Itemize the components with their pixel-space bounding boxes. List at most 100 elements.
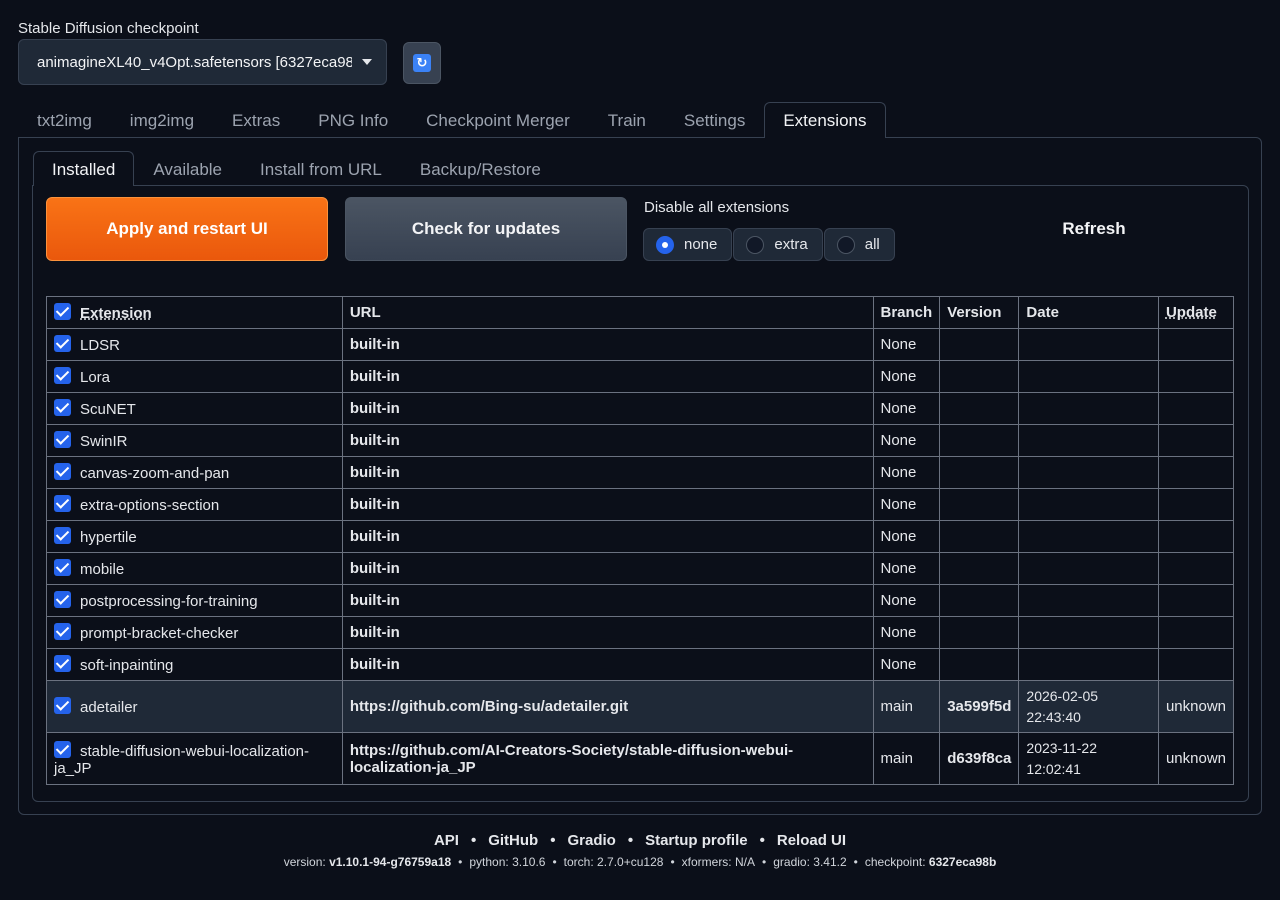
radio-option-all[interactable]: all: [823, 228, 895, 261]
cell-version: [939, 456, 1020, 489]
extension-checkbox[interactable]: [54, 591, 71, 608]
cell-extension: canvas-zoom-and-pan: [46, 456, 343, 489]
tab-img2img[interactable]: img2img: [111, 102, 213, 138]
cell-version: d639f8ca: [939, 732, 1020, 785]
cell-date: [1018, 520, 1159, 553]
header-url: URL: [341, 296, 874, 329]
version-value: 3.41.2: [813, 855, 847, 869]
footer-link-gradio[interactable]: Gradio: [567, 832, 615, 849]
extension-date: 2026-02-05: [1026, 687, 1099, 704]
header-update[interactable]: Update: [1157, 296, 1235, 329]
footer-link-api[interactable]: API: [434, 832, 459, 849]
select-all-checkbox[interactable]: [54, 303, 71, 320]
version-separator: •: [552, 855, 557, 869]
extension-checkbox[interactable]: [54, 335, 71, 352]
table-row: Lora built-in None: [46, 360, 1235, 393]
extensions-sub-tabs: Installed Available Install from URL Backup…: [33, 151, 560, 186]
extension-checkbox[interactable]: [54, 431, 71, 448]
subtab-installed[interactable]: Installed: [33, 151, 135, 186]
extension-url: built-in: [349, 400, 400, 417]
cell-extension: extra-options-section: [46, 488, 343, 521]
refresh-button[interactable]: Refresh: [953, 197, 1235, 261]
extension-checkbox[interactable]: [54, 495, 71, 512]
footer-link-reload-ui[interactable]: Reload UI: [777, 832, 846, 849]
cell-url: built-in: [341, 456, 874, 489]
table-header-row: Extension URL Branch Version Date Update: [46, 296, 1235, 329]
extension-checkbox[interactable]: [54, 623, 71, 640]
extension-url[interactable]: https://github.com/Bing-su/adetailer.git: [350, 698, 628, 715]
extension-name: extra-options-section: [80, 497, 220, 514]
tab-settings[interactable]: Settings: [665, 102, 764, 138]
subtab-available[interactable]: Available: [134, 151, 241, 186]
cell-extension: stable-diffusion-webui-localization-ja_J…: [46, 732, 343, 785]
main-tabs: txt2img img2img Extras PNG Info Checkpoint M…: [18, 102, 886, 138]
extension-checkbox[interactable]: [54, 463, 71, 480]
footer-link-github[interactable]: GitHub: [488, 832, 538, 849]
subtab-install-from-url[interactable]: Install from URL: [241, 151, 401, 186]
extension-checkbox[interactable]: [54, 697, 71, 714]
extension-url[interactable]: https://github.com/AI-Creators-Society/s…: [350, 742, 793, 776]
version-value: v1.10.1-94-g76759a18: [329, 855, 452, 869]
radio-option-none[interactable]: none: [643, 228, 733, 261]
extension-checkbox[interactable]: [54, 367, 71, 384]
extension-url: built-in: [349, 624, 400, 641]
cell-branch: main: [872, 732, 941, 785]
footer-separator: •: [759, 832, 765, 849]
cell-update: [1157, 616, 1235, 649]
extension-checkbox[interactable]: [54, 399, 71, 416]
cell-url: built-in: [341, 552, 874, 585]
extension-name: soft-inpainting: [80, 657, 174, 674]
checkpoint-dropdown[interactable]: animagineXL40_v4Opt.safetensors [6327eca…: [18, 39, 387, 85]
header-extension[interactable]: Extension: [46, 296, 343, 329]
cell-date: 2026-02-05 22:43:40: [1018, 680, 1159, 733]
version-label: torch:: [563, 855, 594, 869]
tab-extensions[interactable]: Extensions: [764, 102, 886, 138]
tab-checkpoint-merger[interactable]: Checkpoint Merger: [407, 102, 589, 138]
footer-link-startup-profile[interactable]: Startup profile: [645, 832, 748, 849]
tab-train[interactable]: Train: [589, 102, 665, 138]
extension-url: built-in: [349, 560, 400, 577]
cell-date: [1018, 552, 1159, 585]
extension-url: built-in: [349, 528, 400, 545]
cell-update: [1157, 424, 1235, 457]
extension-checkbox[interactable]: [54, 740, 71, 758]
cell-version: [939, 648, 1020, 681]
refresh-checkpoint-button[interactable]: ↻: [403, 42, 441, 84]
header-update-label: Update: [1165, 304, 1217, 321]
check-updates-button[interactable]: Check for updates: [345, 197, 627, 261]
cell-url: built-in: [341, 616, 874, 649]
table-row: stable-diffusion-webui-localization-ja_J…: [46, 732, 1235, 785]
table-row: hypertile built-in None: [46, 520, 1235, 553]
cell-url: built-in: [341, 392, 874, 425]
extension-name: canvas-zoom-and-pan: [80, 465, 230, 482]
version-separator: •: [458, 855, 463, 869]
cell-branch: None: [872, 488, 941, 521]
version-info: version: v1.10.1-94-g76759a18 • python: 3.…: [0, 855, 1280, 869]
cell-branch: None: [872, 520, 941, 553]
cell-version: [939, 360, 1020, 393]
subtab-backup-restore[interactable]: Backup/Restore: [401, 151, 560, 186]
cell-version: [939, 616, 1020, 649]
radio-option-extra[interactable]: extra: [733, 228, 823, 261]
cell-date: [1018, 456, 1159, 489]
extension-url: built-in: [349, 464, 400, 481]
refresh-icon: ↻: [413, 54, 431, 72]
tab-txt2img[interactable]: txt2img: [18, 102, 111, 138]
cell-extension: postprocessing-for-training: [46, 584, 343, 617]
extension-checkbox[interactable]: [54, 527, 71, 544]
tab-extras[interactable]: Extras: [213, 102, 299, 138]
extension-name: postprocessing-for-training: [80, 593, 258, 610]
disable-extensions-radio-group: none extra all: [643, 228, 895, 261]
checkpoint-value: animagineXL40_v4Opt.safetensors [6327eca…: [37, 53, 352, 71]
cell-version: [939, 328, 1020, 361]
extension-checkbox[interactable]: [54, 559, 71, 576]
table-row: SwinIR built-in None: [46, 424, 1235, 457]
cell-branch: None: [872, 424, 941, 457]
version-value: 3.10.6: [512, 855, 546, 869]
tab-png-info[interactable]: PNG Info: [299, 102, 407, 138]
cell-branch: None: [872, 360, 941, 393]
apply-restart-button[interactable]: Apply and restart UI: [46, 197, 328, 261]
cell-update: [1157, 520, 1235, 553]
extension-checkbox[interactable]: [54, 655, 71, 672]
header-extension-label: Extension: [80, 305, 152, 322]
